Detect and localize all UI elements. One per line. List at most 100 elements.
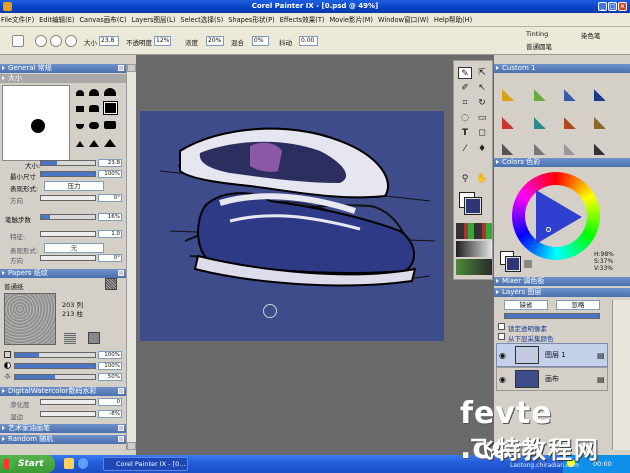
- eye-icon[interactable]: ◉: [499, 375, 506, 384]
- paper-selector-icon[interactable]: [456, 223, 492, 239]
- left-panel-scrollbar[interactable]: [126, 64, 136, 450]
- feature-slider[interactable]: [40, 231, 96, 237]
- min-size-slider[interactable]: [40, 171, 96, 177]
- menu-effects[interactable]: Effects效果(T): [279, 13, 329, 27]
- size-value[interactable]: 23.8: [98, 159, 122, 167]
- papers-palette-header[interactable]: Papers 纸纹: [0, 269, 126, 278]
- custom-brush-icon[interactable]: [534, 109, 554, 129]
- dab-shape-icon[interactable]: [89, 140, 99, 147]
- custom-brush-icon[interactable]: [594, 137, 614, 155]
- size-section-header[interactable]: 大小: [0, 74, 126, 83]
- grabber-hand-icon[interactable]: ✋: [475, 173, 489, 185]
- shape-tool-icon[interactable]: ◻: [475, 127, 489, 139]
- pen-icon[interactable]: ✐: [458, 82, 472, 94]
- paper-brightness-value[interactable]: 50%: [98, 373, 122, 381]
- invert-paper-icon[interactable]: [64, 332, 76, 344]
- custom-brush-icon[interactable]: [534, 81, 554, 101]
- custom-brush-icon[interactable]: [502, 109, 522, 129]
- dab-shape-icon[interactable]: [104, 121, 116, 129]
- wet-slider[interactable]: [40, 399, 96, 405]
- jitter-input[interactable]: 0.00: [299, 36, 318, 46]
- layer-composite-select[interactable]: 忽略: [556, 300, 600, 310]
- custom-brush-icon[interactable]: [502, 81, 522, 101]
- mixer-palette-header[interactable]: Mixer 调色板: [494, 277, 630, 286]
- lasso-icon[interactable]: ◌: [458, 112, 472, 124]
- lock-icon[interactable]: ▤: [597, 351, 605, 360]
- stroke-icon[interactable]: [35, 35, 47, 47]
- paper-scale-value[interactable]: 100%: [98, 351, 122, 359]
- size-input[interactable]: 23.8: [99, 36, 119, 46]
- custom-brush-icon[interactable]: [564, 137, 584, 155]
- opacity-input[interactable]: 12%: [154, 36, 171, 46]
- colors-palette-header[interactable]: Colors 色彩: [494, 158, 630, 167]
- edge-value[interactable]: -8%: [98, 410, 122, 418]
- scroll-up-button[interactable]: [127, 64, 136, 72]
- custom-brush-icon[interactable]: [564, 109, 584, 129]
- paper-contrast-slider[interactable]: [14, 363, 96, 369]
- menu-movie[interactable]: Movie影片(M): [328, 13, 377, 27]
- size-slider[interactable]: [40, 160, 96, 166]
- custom-brush-icon[interactable]: [594, 109, 614, 129]
- eyedropper-icon[interactable]: ⁄: [458, 143, 472, 155]
- scroll-down-button[interactable]: [127, 442, 136, 450]
- menu-canvas[interactable]: Canvas画布(C): [78, 13, 130, 27]
- paper-picker-icon[interactable]: [105, 278, 117, 290]
- freehand-icon[interactable]: [50, 35, 62, 47]
- menu-help[interactable]: Help帮助(H): [433, 13, 476, 27]
- layer-name[interactable]: 图层 1: [545, 350, 566, 360]
- layer-adjuster-icon[interactable]: ⇱: [475, 67, 489, 79]
- quicklaunch-icon[interactable]: [64, 458, 74, 469]
- dab-shape-icon[interactable]: [104, 139, 116, 147]
- minimize-button[interactable]: _: [598, 2, 607, 11]
- quicklaunch-icon[interactable]: [78, 458, 88, 469]
- blend-input[interactable]: 0%: [252, 36, 269, 46]
- concentration-input[interactable]: 20%: [206, 36, 224, 46]
- saturation-value-triangle[interactable]: [536, 190, 582, 244]
- crop-icon[interactable]: ⌗: [458, 97, 472, 109]
- wet-value[interactable]: 0: [98, 398, 122, 406]
- main-color-swatch[interactable]: [464, 197, 482, 215]
- dab-shape-icon[interactable]: [89, 89, 99, 96]
- brush-tool-icon[interactable]: ✎: [458, 67, 472, 79]
- menu-select[interactable]: Select选择(S): [179, 13, 227, 27]
- color-picker-cursor[interactable]: [546, 227, 551, 232]
- custom-palette-header[interactable]: Custom 1: [494, 64, 630, 73]
- pick-underlying-checkbox[interactable]: [498, 333, 505, 340]
- color-wheel[interactable]: [512, 172, 600, 260]
- dab-shape-icon[interactable]: [89, 122, 99, 129]
- watercolor-palette-header[interactable]: DigitalWatercolor数码水彩: [0, 387, 126, 396]
- paper-options-icon[interactable]: [88, 332, 100, 344]
- text-tool-icon[interactable]: T: [458, 127, 472, 139]
- menu-shapes[interactable]: Shapes形状(P): [227, 13, 278, 27]
- taskbar-item[interactable]: Corel Painter IX - [0...: [103, 457, 188, 471]
- menu-window[interactable]: Window窗口(W): [377, 13, 433, 27]
- step-slider[interactable]: [40, 214, 96, 220]
- eye-icon[interactable]: ◉: [499, 351, 506, 360]
- custom-brush-icon[interactable]: [502, 137, 522, 155]
- paint-bucket-icon[interactable]: ♦: [475, 143, 489, 155]
- custom-brush-icon[interactable]: [534, 137, 554, 155]
- dab-shape-icon[interactable]: [76, 106, 84, 112]
- clone-color-icon[interactable]: [524, 260, 532, 268]
- brush-tool-icon[interactable]: [12, 35, 24, 47]
- brush-variant-name[interactable]: 普通圆笔: [526, 41, 552, 51]
- general-palette-header[interactable]: General 常规: [0, 64, 126, 73]
- menu-file[interactable]: File文件(F): [0, 13, 38, 27]
- lock-icon[interactable]: ▤: [597, 375, 605, 384]
- paper-brightness-slider[interactable]: [14, 374, 96, 380]
- custom-brush-icon[interactable]: [564, 81, 584, 101]
- random-header[interactable]: Random 随机: [0, 435, 126, 444]
- dab-shape-icon[interactable]: [89, 105, 99, 112]
- pan-hand-icon[interactable]: ↖: [475, 82, 489, 94]
- preserve-checkbox[interactable]: [498, 323, 505, 330]
- feature-value[interactable]: 1.0: [98, 230, 122, 238]
- direction2-slider[interactable]: [40, 255, 96, 261]
- paper-scale-slider[interactable]: [14, 352, 96, 358]
- layer-opacity-slider[interactable]: [504, 313, 600, 319]
- paper-contrast-value[interactable]: 100%: [98, 362, 122, 370]
- edge-slider[interactable]: [40, 411, 96, 417]
- zoom-icon[interactable]: ⚲: [458, 173, 472, 185]
- layer-blend-select[interactable]: 缺省: [504, 300, 548, 310]
- expression-select[interactable]: 压力: [44, 181, 104, 191]
- menu-edit[interactable]: Edit编辑(E): [38, 13, 78, 27]
